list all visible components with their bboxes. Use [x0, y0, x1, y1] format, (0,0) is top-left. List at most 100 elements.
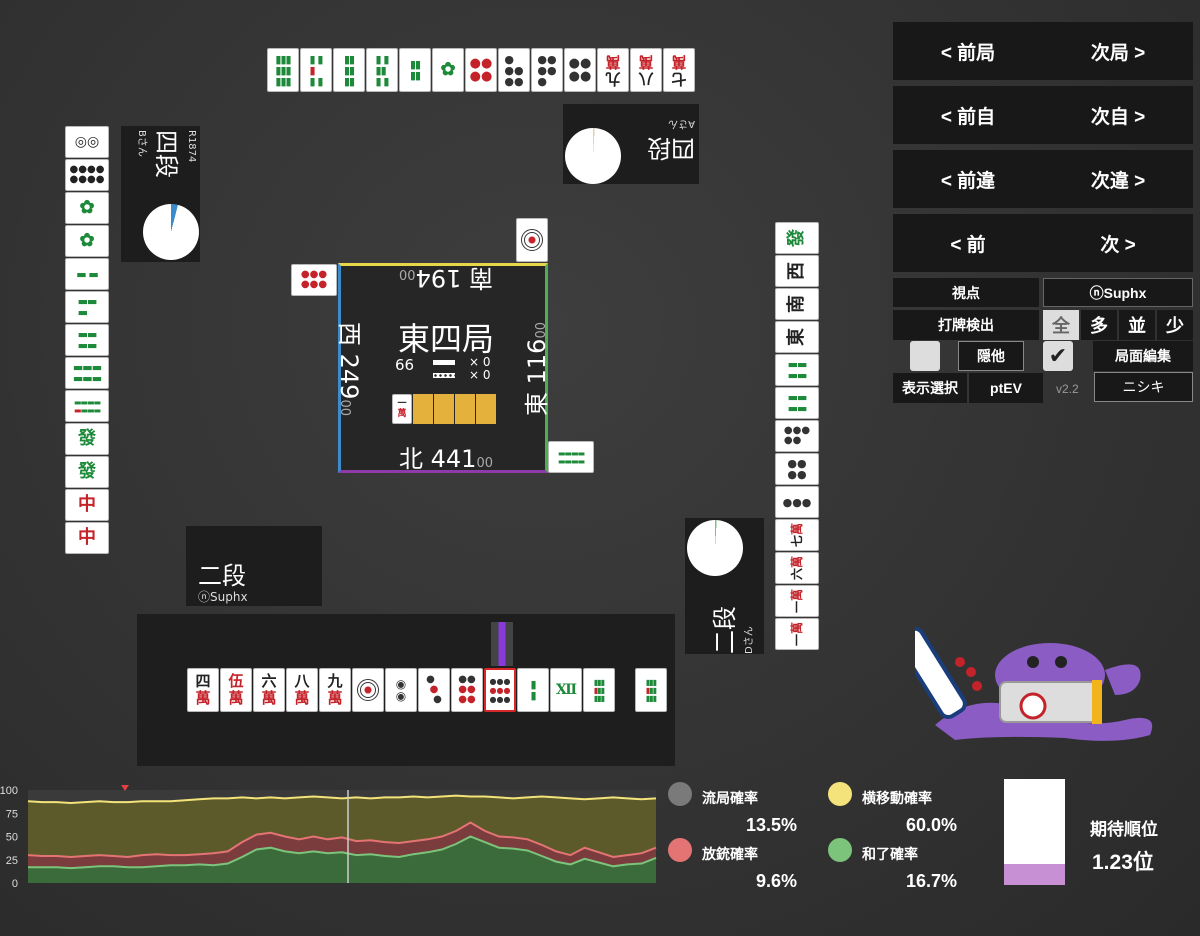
discard-tile: ✿ [65, 225, 109, 257]
player-right-pie [687, 520, 743, 576]
detect-option-normal[interactable]: 並 [1119, 310, 1155, 340]
dora-indicator-tile: 一萬 [392, 394, 412, 424]
hand-tile[interactable]: ▮ ▮ [517, 668, 549, 712]
hand-tile[interactable]: ◉ ◉ [385, 668, 417, 712]
viewpoint-label: 視点 [893, 278, 1039, 307]
player-left-rate: R1874 [186, 130, 197, 163]
discard-tile: 六萬 [775, 552, 819, 584]
hide-others-checkbox[interactable] [910, 341, 940, 371]
prev-diff-button[interactable]: < 前違 [941, 166, 995, 193]
detect-option-all[interactable]: 全 [1043, 310, 1079, 340]
hand-tile[interactable]: 九萬 [319, 668, 351, 712]
hand-tile[interactable]: 六萬 [253, 668, 285, 712]
next-self-button[interactable]: 次自 > [1091, 102, 1145, 129]
hide-others-button[interactable]: 隠他 [958, 341, 1024, 371]
nav-round-bar: < 前局 次局 > [893, 22, 1193, 80]
discard-tile: 一萬 [775, 618, 819, 650]
discard-tile: ▬ ▬ [65, 258, 109, 290]
dead-wall-tile [413, 394, 433, 424]
discard-tile: 中 [65, 522, 109, 554]
discard-tile: ▬▬▬ ▬▬▬ [65, 357, 109, 389]
top-discards: ▮▮▮ ▮▮▮ ▮▮▮ ▮ ▮ ▮ ▮ ▮ ▮▮ ▮▮ ▮▮ ▮ ▮ ▮▮ ▮ ▮ ▮▮ ▮▮ ✿… [267, 48, 699, 94]
hand-tile[interactable] [352, 668, 384, 712]
ryukyoku-color-dot [668, 782, 692, 806]
score-west-wind: 西 [335, 322, 363, 346]
discard-tile: ●● ●● [775, 453, 819, 485]
pt-ev-button[interactable]: ptEV [969, 373, 1043, 403]
next-round-button[interactable]: 次局 > [1091, 38, 1145, 65]
chart-y-axis: 100 75 50 25 0 [0, 785, 18, 890]
prev-button[interactable]: < 前 [950, 230, 985, 257]
right-discards: 發 西 南 東 ▬▬ ▬▬ ▬▬ ▬▬ ●●● ●● ●● ●● ●●● 七萬 六萬 一… [775, 222, 821, 654]
nav-diff-bar: < 前違 次違 > [893, 150, 1193, 208]
discard-tile: 南 [775, 288, 819, 320]
score-south-small: 00 [399, 266, 416, 281]
chart-y-tick-label: 50 [6, 832, 18, 844]
prev-self-button[interactable]: < 前自 [941, 102, 995, 129]
discard-tile: 發 [65, 456, 109, 488]
detect-option-many[interactable]: 多 [1081, 310, 1117, 340]
chart-y-tick-label: 0 [12, 878, 18, 890]
hand-tile[interactable]: Ⅻ [550, 668, 582, 712]
honba-mult: 0 [482, 368, 491, 382]
player-top-rank: 四段 [647, 134, 695, 162]
discard-tile: ▬▬ ▬▬ [65, 324, 109, 356]
discard-tile: 中 [65, 489, 109, 521]
round-name: 東四局 [397, 320, 494, 358]
hand-tile[interactable]: 四萬 [187, 668, 219, 712]
dead-wall-tile [455, 394, 475, 424]
score-north-small: 00 [476, 456, 493, 471]
viewpoint-select[interactable]: ⓝSuphx [1043, 278, 1193, 307]
player-self-panel: 二段 ⓝSuphx [186, 526, 322, 606]
nav-self-bar: < 前自 次自 > [893, 86, 1193, 144]
board-edit-button[interactable]: 局面編集 [1093, 341, 1193, 371]
next-diff-button[interactable]: 次違 > [1091, 166, 1145, 193]
player-self-name: ⓝSuphx [198, 590, 248, 604]
hand: 四萬伍萬六萬八萬九萬 ◉ ◉ ● ● ● ●● ●● ●● ●●● ●●● ●●● ▮ ▮ Ⅻ ▮▮▮ ▮▮… [187, 668, 657, 714]
discard-tile: ●● ●● [465, 48, 497, 92]
houju-label: 放銃確率 [702, 846, 758, 862]
hand-tile[interactable]: 伍萬 [220, 668, 252, 712]
riichi-stick-icon [433, 360, 455, 365]
discard-tile: ◎◎ [65, 126, 109, 158]
next-button[interactable]: 次 > [1100, 230, 1135, 257]
discard-tile: ▮▮▮ ▮▮▮ ▮▮▮ [267, 48, 299, 92]
score-north-wind: 北 [399, 445, 423, 473]
mascot-name-button[interactable]: ニシキ [1094, 372, 1193, 402]
right-draw-tile [516, 218, 548, 262]
hand-tile[interactable]: ●●● ●●● ●●● [484, 668, 516, 712]
hand-tile[interactable]: ● ● ● [418, 668, 450, 712]
discard-tile: 九萬 [597, 48, 629, 92]
discard-tile: 東 [775, 321, 819, 353]
discard-tile: 西 [775, 255, 819, 287]
hand-tile[interactable]: 八萬 [286, 668, 318, 712]
hora-label: 和了確率 [862, 846, 918, 862]
board-edit-checkbox[interactable]: ✔ [1043, 341, 1073, 371]
score-south-points: 194 [415, 264, 462, 292]
display-select-button[interactable]: 表示選択 [893, 373, 967, 403]
discard-tile: ▬▬▬▬ ▬▬▬▬ [65, 390, 109, 422]
drawn-tile[interactable]: ▮▮▮ ▮▮▮ ▮▮▮ [635, 668, 667, 712]
yokoido-color-dot [828, 782, 852, 806]
ryukyoku-value: 13.5% [745, 815, 797, 835]
ryukyoku-label: 流局確率 [702, 790, 758, 806]
hand-tile[interactable]: ●● ●● ●● [451, 668, 483, 712]
player-right-panel: 二段 Dさん [685, 518, 764, 654]
discard-tile: ▮▮ ▮▮ ▮▮ [333, 48, 365, 92]
mascot-snake-image [915, 626, 1153, 741]
yokoido-value: 60.0% [905, 815, 957, 835]
hand-tile[interactable]: ▮▮▮ ▮▮▮ ▮▮▮ [583, 668, 615, 712]
discard-tile: ●●●●● [775, 420, 819, 452]
honba-count: 66 [395, 356, 415, 374]
prev-round-button[interactable]: < 前局 [941, 38, 995, 65]
honba-stick-icon [433, 373, 455, 378]
left-discards: ◎◎ ●●●● ●●●● ✿ ✿ ▬ ▬ ▬▬ ▬ ▬▬ ▬▬ ▬▬▬ ▬▬▬ ▬▬▬▬… [65, 126, 111, 558]
discard-tile: 八萬 [630, 48, 662, 92]
discard-tile: 發 [65, 423, 109, 455]
houju-color-dot [668, 838, 692, 862]
discard-tile: ✿ [65, 192, 109, 224]
discard-tile: ▮▮ ▮▮ [399, 48, 431, 92]
nav-step-bar: < 前 次 > [893, 214, 1193, 272]
detect-option-few[interactable]: 少 [1157, 310, 1193, 340]
score-east-points: 116 [523, 338, 551, 385]
